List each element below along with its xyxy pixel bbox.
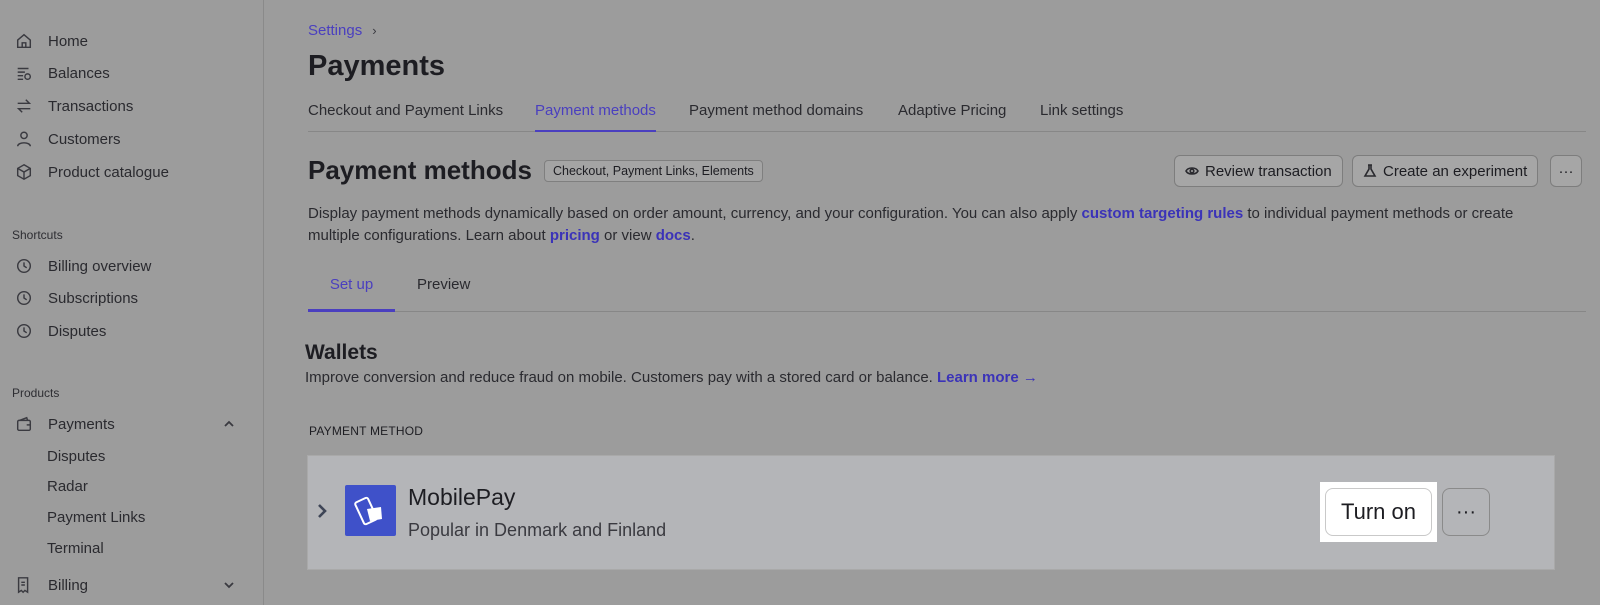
sidebar-item-label: Transactions xyxy=(48,97,134,115)
section-description: Display payment methods dynamically base… xyxy=(308,203,1558,247)
docs-link[interactable]: docs xyxy=(656,227,691,244)
sidebar-item-transactions[interactable]: Transactions xyxy=(14,93,133,119)
payment-method-column-header: PAYMENT METHOD xyxy=(309,424,424,438)
sidebar-item-label: Subscriptions xyxy=(48,289,139,307)
home-icon xyxy=(14,31,34,51)
sidebar-item-home[interactable]: Home xyxy=(14,28,88,54)
sidebar-item-billing[interactable]: Billing xyxy=(14,572,88,598)
chevron-up-icon[interactable] xyxy=(222,417,236,431)
sidebar-item-label: Payments xyxy=(48,415,115,433)
payment-method-name: MobilePay xyxy=(408,484,516,510)
chevron-down-icon[interactable] xyxy=(222,578,236,592)
sidebar-item-label: Balances xyxy=(48,64,110,82)
review-transaction-label: Review transaction xyxy=(1205,162,1332,180)
sidebar-subitem-payment-links[interactable]: Payment Links xyxy=(47,507,145,529)
turn-on-button[interactable]: Turn on xyxy=(1325,488,1432,536)
learn-more-link[interactable]: Learn more → xyxy=(937,369,1038,386)
wallets-description-text: Improve conversion and reduce fraud on m… xyxy=(305,369,937,386)
sidebar-subitem-disputes[interactable]: Disputes xyxy=(47,446,105,468)
billing-icon xyxy=(14,575,34,595)
sidebar-item-product-catalogue[interactable]: Product catalogue xyxy=(14,159,169,185)
tab-set-up[interactable]: Set up xyxy=(308,276,395,312)
mobilepay-logo xyxy=(345,485,396,536)
custom-targeting-rules-link[interactable]: custom targeting rules xyxy=(1082,205,1244,222)
description-text: . xyxy=(690,227,695,244)
sidebar-item-label: Disputes xyxy=(48,322,107,340)
sidebar-item-customers[interactable]: Customers xyxy=(14,126,121,152)
user-icon xyxy=(14,129,34,149)
payment-method-subtitle: Popular in Denmark and Finland xyxy=(408,520,667,540)
settings-tabs: Checkout and Payment Links Payment metho… xyxy=(308,100,1586,132)
sidebar-item-subscriptions[interactable]: Subscriptions xyxy=(14,285,138,311)
breadcrumb-settings-link[interactable]: Settings xyxy=(308,22,362,39)
transactions-icon xyxy=(14,96,34,116)
sidebar-item-balances[interactable]: Balances xyxy=(14,60,110,86)
pricing-link[interactable]: pricing xyxy=(550,227,600,244)
tab-link-settings[interactable]: Link settings xyxy=(1040,102,1123,132)
balances-icon xyxy=(14,63,34,83)
chevron-right-icon: › xyxy=(372,23,377,38)
wallet-icon xyxy=(14,414,34,434)
chevron-right-icon[interactable] xyxy=(314,501,330,521)
create-experiment-button[interactable]: Create an experiment xyxy=(1352,155,1539,187)
description-text: Display payment methods dynamically base… xyxy=(308,205,1082,222)
sidebar-item-payments[interactable]: Payments xyxy=(14,411,115,437)
review-transaction-button[interactable]: Review transaction xyxy=(1174,155,1343,187)
sidebar-item-label: Customers xyxy=(48,130,121,148)
tab-payment-method-domains[interactable]: Payment method domains xyxy=(689,102,863,132)
sidebar: Home Balances Transactions Customers Pro… xyxy=(0,0,264,605)
configuration-badge: Checkout, Payment Links, Elements xyxy=(544,160,763,182)
sidebar-item-label: Billing xyxy=(48,576,89,594)
sidebar-item-label: Home xyxy=(48,32,89,50)
wallets-title: Wallets xyxy=(305,341,378,364)
sidebar-item-label: Billing overview xyxy=(48,257,152,275)
sidebar-subitem-radar[interactable]: Radar xyxy=(47,476,88,498)
clock-icon xyxy=(14,321,34,341)
create-experiment-label: Create an experiment xyxy=(1383,162,1528,180)
sidebar-item-billing-overview[interactable]: Billing overview xyxy=(14,253,151,279)
description-text: or view xyxy=(599,227,656,244)
box-icon xyxy=(14,162,34,182)
setup-preview-tabs: Set up Preview xyxy=(308,265,1586,312)
clock-icon xyxy=(14,256,34,276)
sidebar-subitem-terminal[interactable]: Terminal xyxy=(47,538,104,560)
breadcrumb: Settings › xyxy=(308,22,377,39)
tab-preview[interactable]: Preview xyxy=(417,276,470,312)
more-actions-button[interactable]: ··· xyxy=(1550,155,1582,187)
payment-method-more-button[interactable]: ··· xyxy=(1442,488,1490,536)
products-label: Products xyxy=(12,386,60,400)
section-title: Payment methods xyxy=(308,155,532,185)
eye-icon xyxy=(1185,167,1199,175)
tab-checkout-payment-links[interactable]: Checkout and Payment Links xyxy=(308,102,503,132)
shortcuts-label: Shortcuts xyxy=(12,228,63,242)
clock-icon xyxy=(14,288,34,308)
tab-adaptive-pricing[interactable]: Adaptive Pricing xyxy=(898,102,1006,132)
flask-icon xyxy=(1363,164,1377,177)
tab-payment-methods[interactable]: Payment methods xyxy=(535,102,656,132)
page-title: Payments xyxy=(308,50,446,82)
sidebar-item-disputes-shortcut[interactable]: Disputes xyxy=(14,318,106,344)
wallets-description: Improve conversion and reduce fraud on m… xyxy=(305,369,1038,386)
sidebar-item-label: Product catalogue xyxy=(48,163,169,181)
